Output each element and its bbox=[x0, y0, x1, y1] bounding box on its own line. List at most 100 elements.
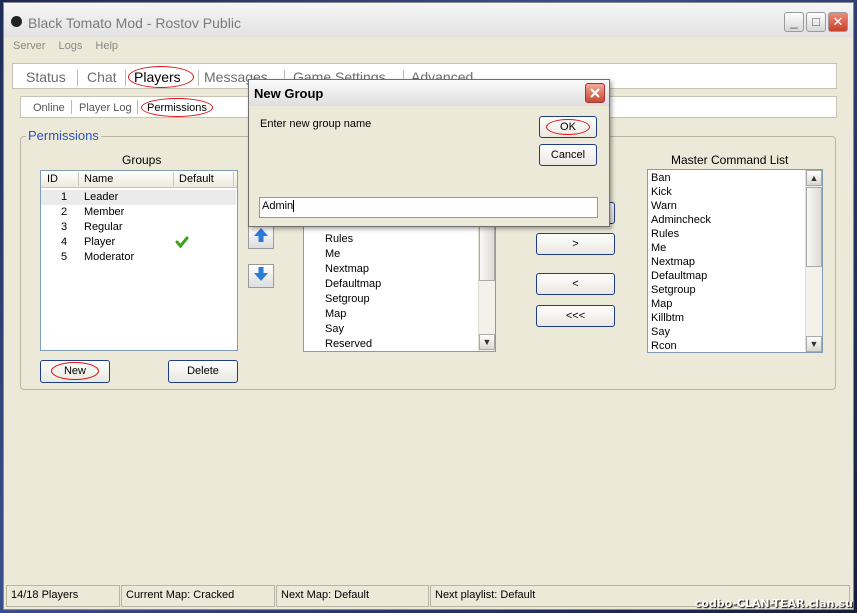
row-name: Moderator bbox=[84, 251, 135, 263]
tab-player-log[interactable]: Player Log bbox=[79, 102, 132, 114]
tab-permissions[interactable]: Permissions bbox=[147, 102, 207, 114]
groups-list-header: ID Name Default bbox=[41, 171, 237, 188]
permissions-title: Permissions bbox=[26, 128, 101, 143]
status-current-map: Current Map: Cracked bbox=[121, 585, 275, 607]
window-title: Black Tomato Mod - Rostov Public bbox=[28, 15, 241, 31]
close-icon bbox=[590, 88, 600, 98]
highlight-oval bbox=[51, 362, 99, 380]
list-item[interactable]: Defaultmap bbox=[325, 278, 381, 292]
group-name-input[interactable]: Admin bbox=[259, 197, 598, 218]
list-item[interactable]: Setgroup bbox=[651, 284, 696, 298]
list-item[interactable]: Setgroup bbox=[325, 293, 370, 307]
list-item[interactable]: Rules bbox=[325, 233, 353, 247]
table-row[interactable]: 5 Moderator bbox=[41, 250, 236, 265]
scroll-down-button[interactable]: ▼ bbox=[806, 336, 822, 352]
cancel-button[interactable]: Cancel bbox=[539, 144, 597, 166]
table-row[interactable]: 4 Player bbox=[41, 235, 236, 250]
list-item[interactable]: Nextmap bbox=[325, 263, 369, 277]
menu-logs[interactable]: Logs bbox=[58, 40, 82, 52]
new-group-dialog: New Group Enter new group name OK Cancel… bbox=[248, 79, 610, 227]
tab-divider bbox=[125, 70, 126, 86]
list-item[interactable]: Kick bbox=[651, 186, 672, 200]
master-command-list[interactable]: Ban Kick Warn Admincheck Rules Me Nextma… bbox=[647, 169, 823, 353]
column-divider bbox=[233, 172, 234, 186]
row-id: 4 bbox=[61, 236, 68, 248]
list-item[interactable]: Say bbox=[325, 323, 344, 337]
scrollbar[interactable]: ▲ ▼ bbox=[805, 170, 822, 352]
column-header-default[interactable]: Default bbox=[179, 173, 214, 185]
row-name: Regular bbox=[84, 221, 123, 233]
column-divider bbox=[173, 172, 174, 186]
close-button[interactable]: ✕ bbox=[828, 12, 848, 32]
row-name: Member bbox=[84, 206, 125, 218]
list-item[interactable]: Killbtm bbox=[651, 312, 684, 326]
tab-divider bbox=[198, 70, 199, 86]
minimize-button[interactable]: _ bbox=[784, 12, 804, 32]
list-item[interactable]: Map bbox=[325, 308, 346, 322]
status-players: 14/18 Players bbox=[6, 585, 120, 607]
scrollbar-thumb[interactable] bbox=[479, 225, 495, 281]
dialog-title-bar[interactable]: New Group bbox=[249, 80, 609, 106]
add-command-button[interactable]: > bbox=[536, 233, 615, 255]
dialog-prompt: Enter new group name bbox=[260, 118, 372, 130]
tab-chat[interactable]: Chat bbox=[87, 69, 117, 85]
groups-title: Groups bbox=[122, 153, 162, 167]
status-next-map: Next Map: Default bbox=[276, 585, 429, 607]
tab-divider bbox=[77, 70, 78, 86]
list-item[interactable]: Me bbox=[325, 248, 340, 262]
list-item[interactable]: Ban bbox=[651, 172, 671, 186]
tab-divider bbox=[71, 100, 72, 114]
new-group-button[interactable]: New bbox=[40, 360, 110, 383]
ok-button[interactable]: OK bbox=[539, 116, 597, 138]
move-down-button[interactable] bbox=[248, 264, 274, 288]
list-item[interactable]: Admincheck bbox=[651, 214, 711, 228]
text-caret bbox=[293, 200, 295, 213]
remove-command-button[interactable]: < bbox=[536, 273, 615, 295]
column-divider bbox=[78, 172, 79, 186]
row-id: 5 bbox=[61, 251, 68, 263]
table-row[interactable]: 3 Regular bbox=[41, 220, 236, 235]
scrollbar-thumb[interactable] bbox=[806, 187, 822, 267]
dialog-title: New Group bbox=[254, 86, 324, 101]
maximize-button[interactable]: □ bbox=[806, 12, 826, 32]
tab-players[interactable]: Players bbox=[134, 69, 181, 85]
remove-all-commands-button[interactable]: <<< bbox=[536, 305, 615, 327]
highlight-oval bbox=[546, 119, 590, 135]
title-bar[interactable]: Black Tomato Mod - Rostov Public _ □ ✕ bbox=[4, 3, 853, 37]
watermark: codbo-CLAN-TEAR.clan.su bbox=[694, 597, 853, 610]
row-id: 3 bbox=[61, 221, 68, 233]
row-id: 1 bbox=[61, 191, 68, 203]
delete-group-button[interactable]: Delete bbox=[168, 360, 238, 383]
list-item[interactable]: Map bbox=[651, 298, 672, 312]
list-item[interactable]: Rcon bbox=[651, 340, 677, 352]
list-item[interactable]: Warn bbox=[651, 200, 677, 214]
move-up-button[interactable] bbox=[248, 225, 274, 249]
check-icon bbox=[175, 236, 189, 249]
tab-online[interactable]: Online bbox=[33, 102, 65, 114]
scroll-down-button[interactable]: ▼ bbox=[479, 334, 495, 350]
dialog-close-button[interactable] bbox=[585, 83, 605, 103]
arrow-up-icon bbox=[254, 228, 268, 242]
list-item[interactable]: Defaultmap bbox=[651, 270, 707, 284]
menu-bar: Server Logs Help bbox=[13, 40, 128, 52]
menu-help[interactable]: Help bbox=[95, 40, 118, 52]
table-row[interactable]: 1 Leader bbox=[41, 190, 236, 205]
menu-server[interactable]: Server bbox=[13, 40, 45, 52]
table-row[interactable]: 2 Member bbox=[41, 205, 236, 220]
column-header-name[interactable]: Name bbox=[84, 173, 113, 185]
row-name: Player bbox=[84, 236, 116, 248]
master-list-title: Master Command List bbox=[671, 153, 789, 167]
tab-status[interactable]: Status bbox=[26, 69, 66, 85]
row-name: Leader bbox=[84, 191, 119, 203]
tab-divider bbox=[137, 100, 138, 114]
scroll-up-button[interactable]: ▲ bbox=[806, 170, 822, 186]
groups-list[interactable]: ID Name Default 1 Leader 2 Member 3 Regu… bbox=[40, 170, 238, 351]
list-item[interactable]: Nextmap bbox=[651, 256, 695, 270]
list-item[interactable]: Rules bbox=[651, 228, 679, 242]
list-item[interactable]: Say bbox=[651, 326, 670, 340]
group-name-input-value: Admin bbox=[262, 200, 294, 212]
list-item[interactable]: Reserved bbox=[325, 338, 372, 351]
column-header-id[interactable]: ID bbox=[47, 173, 58, 185]
list-item[interactable]: Me bbox=[651, 242, 666, 256]
arrow-down-icon bbox=[254, 267, 268, 281]
